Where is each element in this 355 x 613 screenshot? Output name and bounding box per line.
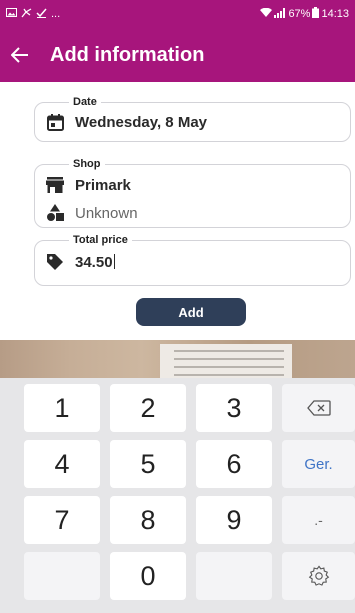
key-5[interactable]: 5 — [110, 440, 186, 488]
shop-name-row[interactable]: Primark — [35, 172, 350, 198]
battery-icon — [312, 7, 320, 21]
add-button[interactable]: Add — [136, 298, 246, 326]
image-icon — [6, 8, 17, 20]
receipt-image — [160, 344, 292, 378]
backspace-icon — [306, 400, 331, 416]
key-9[interactable]: 9 — [196, 496, 272, 544]
shapes-icon — [45, 203, 65, 223]
gear-icon — [308, 565, 329, 586]
shop-category: Unknown — [75, 204, 138, 222]
share-icon — [21, 7, 32, 21]
back-button[interactable] — [0, 47, 40, 63]
signal-icon — [274, 7, 286, 21]
app-bar: Add information — [0, 28, 355, 82]
symbol-key[interactable]: .- — [282, 496, 355, 544]
shop-name: Primark — [75, 176, 131, 194]
key-4[interactable]: 4 — [24, 440, 100, 488]
camera-preview — [0, 340, 355, 378]
shop-category-row[interactable]: Unknown — [35, 200, 350, 226]
status-bar: ... 67% 14:13 — [0, 0, 355, 28]
date-value: Wednesday, 8 May — [75, 113, 207, 131]
date-field[interactable]: Date Wednesday, 8 May — [34, 96, 351, 142]
key-3[interactable]: 3 — [196, 384, 272, 432]
check-icon — [36, 8, 47, 21]
tag-icon — [45, 252, 65, 272]
key-8[interactable]: 8 — [110, 496, 186, 544]
arrow-left-icon — [11, 47, 28, 63]
shop-field[interactable]: Shop Primark Unknown — [34, 158, 351, 228]
total-price-field[interactable]: Total price 34.50 — [34, 234, 351, 286]
wifi-icon — [260, 7, 273, 21]
settings-key[interactable] — [282, 552, 355, 600]
blank-key-left — [24, 552, 100, 600]
calendar-icon — [45, 112, 65, 132]
text-caret — [113, 253, 115, 269]
shop-label: Shop — [69, 158, 105, 170]
page-title: Add information — [50, 43, 205, 66]
key-6[interactable]: 6 — [196, 440, 272, 488]
key-1[interactable]: 1 — [24, 384, 100, 432]
store-icon — [45, 175, 65, 195]
numeric-keyboard: 1 2 3 4 5 6 Ger. 7 8 9 .- 0 — [0, 378, 355, 613]
key-0[interactable]: 0 — [110, 552, 186, 600]
status-ellipsis: ... — [51, 8, 61, 20]
status-time: 14:13 — [321, 8, 349, 20]
battery-percent: 67% — [288, 8, 311, 20]
blank-key-right — [196, 552, 272, 600]
date-label: Date — [69, 96, 101, 108]
key-2[interactable]: 2 — [110, 384, 186, 432]
key-7[interactable]: 7 — [24, 496, 100, 544]
go-key[interactable]: Ger. — [282, 440, 355, 488]
total-price-label: Total price — [69, 234, 132, 246]
backspace-key[interactable] — [282, 384, 355, 432]
total-price-input[interactable]: 34.50 — [75, 253, 115, 271]
